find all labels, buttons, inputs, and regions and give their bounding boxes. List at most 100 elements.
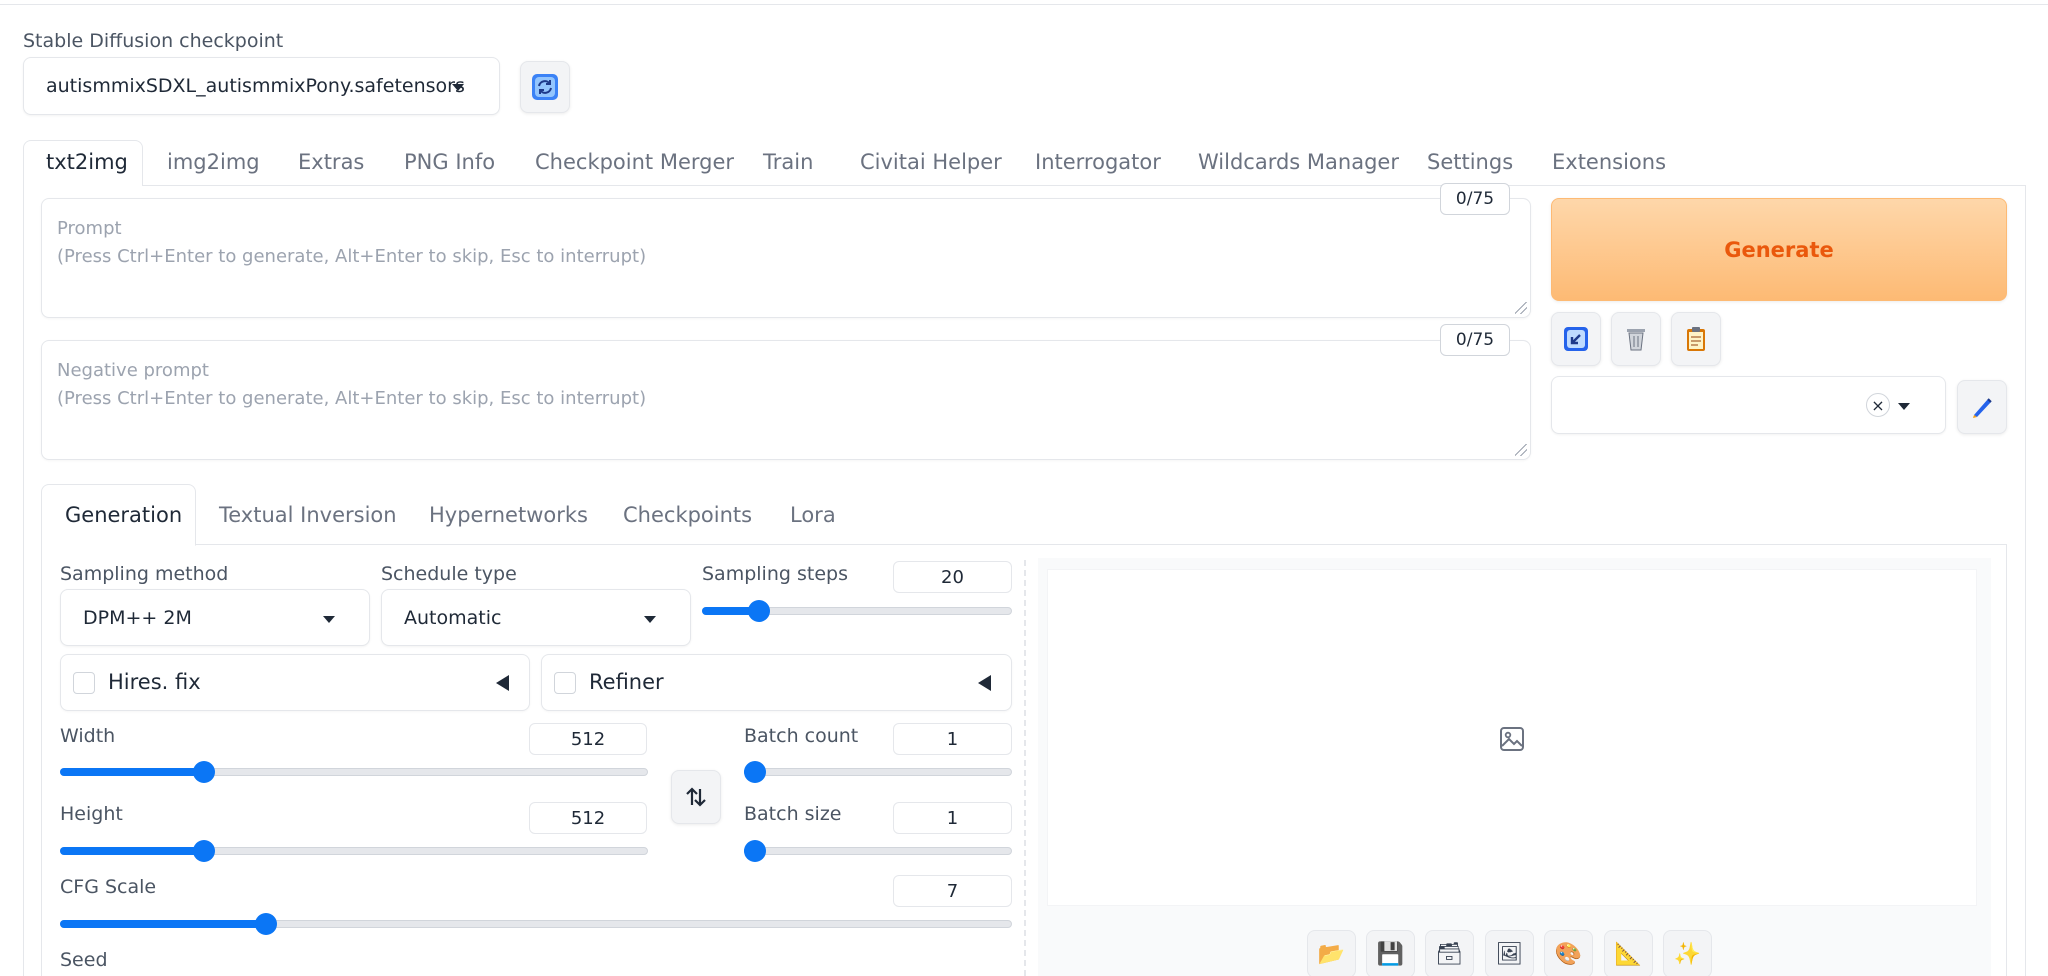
tab-img2img[interactable]: img2img — [167, 150, 260, 174]
width-input[interactable]: 512 — [529, 723, 647, 755]
sampling-steps-slider[interactable] — [702, 600, 1012, 622]
pencil-icon — [1973, 398, 1992, 418]
refresh-checkpoint-button[interactable] — [520, 61, 570, 113]
resize-grip-icon[interactable] — [1515, 444, 1527, 456]
read-generation-params-button[interactable] — [1671, 312, 1721, 366]
slider-track — [744, 847, 1012, 855]
height-input[interactable]: 512 — [529, 802, 647, 834]
generate-button[interactable]: Generate — [1551, 198, 2007, 301]
chevron-down-icon — [1898, 403, 1910, 410]
width-slider[interactable] — [60, 761, 648, 783]
negative-prompt-textarea[interactable]: Negative prompt (Press Ctrl+Enter to gen… — [41, 340, 1531, 460]
tab-checkpoints[interactable]: Checkpoints — [623, 503, 752, 527]
checkpoint-label: Stable Diffusion checkpoint — [23, 30, 284, 52]
prompt-label: Prompt — [57, 218, 122, 239]
sub-panel-right-border — [2006, 544, 2007, 976]
batch-count-input[interactable]: 1 — [893, 723, 1012, 755]
height-slider[interactable] — [60, 840, 648, 862]
refresh-icon — [532, 74, 558, 100]
batch-count-label: Batch count — [744, 725, 859, 747]
sampling-method-dropdown[interactable]: DPM++ 2M — [60, 589, 370, 646]
schedule-type-label: Schedule type — [381, 563, 517, 585]
slider-thumb[interactable] — [193, 840, 215, 862]
open-folder-button[interactable]: 📂 — [1307, 930, 1356, 976]
hires-fix-accordion[interactable]: Hires. fix — [60, 654, 530, 711]
hires-fix-checkbox[interactable] — [73, 672, 95, 694]
slider-thumb[interactable] — [744, 761, 766, 783]
tab-interrogator[interactable]: Interrogator — [1035, 150, 1161, 174]
slider-thumb[interactable] — [748, 600, 770, 622]
slider-track — [744, 768, 1012, 776]
slider-thumb[interactable] — [193, 761, 215, 783]
folder-icon: 📂 — [1317, 941, 1346, 967]
batch-count-slider[interactable] — [744, 761, 1012, 783]
sampling-method-label: Sampling method — [60, 563, 229, 585]
batch-size-slider[interactable] — [744, 840, 1012, 862]
ruler-icon: 📐 — [1614, 941, 1643, 967]
styles-dropdown[interactable]: × — [1551, 376, 1946, 434]
tab-extensions[interactable]: Extensions — [1552, 150, 1666, 174]
save-button[interactable]: 💾 — [1366, 930, 1415, 976]
slider-fill — [60, 920, 266, 928]
prompt-textarea[interactable]: Prompt (Press Ctrl+Enter to generate, Al… — [41, 198, 1531, 318]
tab-settings[interactable]: Settings — [1427, 150, 1513, 174]
clipboard-icon — [1687, 327, 1705, 351]
swap-dimensions-button[interactable] — [671, 770, 721, 824]
tab-checkpoint-merger[interactable]: Checkpoint Merger — [535, 150, 734, 174]
tab-png-info[interactable]: PNG Info — [404, 150, 495, 174]
refiner-checkbox[interactable] — [554, 672, 576, 694]
edit-styles-button[interactable] — [1957, 380, 2007, 434]
tab-generation[interactable]: Generation — [65, 503, 182, 527]
top-divider — [0, 4, 2048, 5]
send-to-img2img-button[interactable]: 🖼 — [1485, 930, 1534, 976]
checkpoint-value: autismmixSDXL_autismmixPony.safetensors … — [46, 75, 466, 97]
tab-hypernetworks[interactable]: Hypernetworks — [429, 503, 588, 527]
tab-textual-inversion[interactable]: Textual Inversion — [219, 503, 397, 527]
batch-size-input[interactable]: 1 — [893, 802, 1012, 834]
collapse-arrow-icon[interactable] — [978, 675, 991, 691]
schedule-type-dropdown[interactable]: Automatic — [381, 589, 691, 646]
negative-prompt-token-counter: 0/75 — [1440, 324, 1510, 356]
slider-fill — [60, 847, 204, 855]
resize-grip-icon[interactable] — [1515, 302, 1527, 314]
slider-thumb[interactable] — [744, 840, 766, 862]
send-to-inpaint-button[interactable]: 🎨 — [1544, 930, 1593, 976]
checkpoint-dropdown[interactable]: autismmixSDXL_autismmixPony.safetensors … — [23, 57, 500, 115]
tab-txt2img[interactable]: txt2img — [46, 150, 128, 174]
sampling-steps-input[interactable]: 20 — [893, 561, 1012, 593]
paste-prompt-button[interactable] — [1551, 312, 1601, 366]
clear-prompt-button[interactable] — [1611, 312, 1661, 366]
image-gallery[interactable] — [1047, 569, 1977, 906]
tab-wildcards-manager[interactable]: Wildcards Manager — [1198, 150, 1399, 174]
zip-icon: 🗃 — [1435, 941, 1464, 967]
picture-icon: 🖼 — [1495, 941, 1524, 967]
collapse-arrow-icon[interactable] — [496, 675, 509, 691]
image-icon — [1500, 727, 1524, 751]
prompt-placeholder: (Press Ctrl+Enter to generate, Alt+Enter… — [57, 246, 647, 267]
height-label: Height — [60, 803, 123, 825]
chevron-down-icon — [644, 616, 656, 623]
schedule-type-value: Automatic — [404, 607, 502, 629]
tab-train[interactable]: Train — [763, 150, 813, 174]
refiner-accordion[interactable]: Refiner — [541, 654, 1012, 711]
upscale-button[interactable]: ✨ — [1663, 930, 1712, 976]
zip-button[interactable]: 🗃 — [1425, 930, 1474, 976]
cfg-scale-label: CFG Scale — [60, 876, 157, 898]
send-to-extras-button[interactable]: 📐 — [1604, 930, 1653, 976]
tab-extras[interactable]: Extras — [298, 150, 364, 174]
slider-thumb[interactable] — [255, 913, 277, 935]
arrow-out-icon — [1564, 327, 1588, 351]
tab-civitai-helper[interactable]: Civitai Helper — [860, 150, 1002, 174]
gallery-panel — [1038, 558, 1991, 976]
sparkle-icon: ✨ — [1673, 941, 1702, 967]
cfg-scale-input[interactable]: 7 — [893, 875, 1012, 907]
prompt-token-counter: 0/75 — [1440, 183, 1510, 215]
seed-label: Seed — [60, 949, 108, 971]
main-tabs-underline — [142, 185, 2026, 186]
sub-tabs-underline — [195, 544, 2007, 545]
clear-styles-icon[interactable]: × — [1866, 393, 1890, 417]
cfg-scale-slider[interactable] — [60, 913, 1012, 935]
tab-lora[interactable]: Lora — [790, 503, 836, 527]
batch-size-label: Batch size — [744, 803, 842, 825]
hires-fix-label: Hires. fix — [108, 670, 201, 694]
